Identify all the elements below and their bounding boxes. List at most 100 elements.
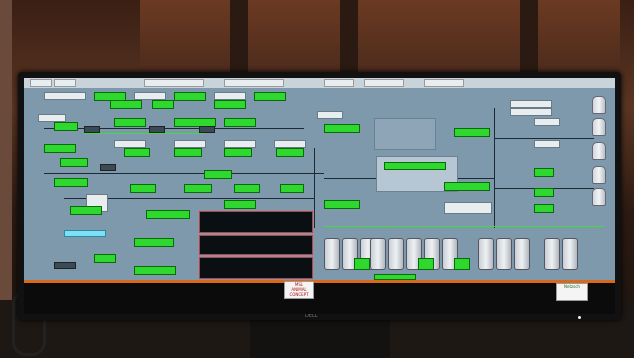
status-indicator[interactable] — [114, 118, 146, 127]
monitor-stand — [250, 320, 390, 358]
status-indicator[interactable] — [70, 206, 102, 215]
window-pillar — [230, 0, 248, 80]
value-readout — [100, 164, 116, 171]
process-label — [214, 92, 246, 100]
alarm-banner[interactable] — [24, 283, 615, 314]
silo-bin[interactable] — [496, 238, 512, 270]
trend-chart[interactable] — [199, 211, 313, 233]
silo-bin[interactable] — [562, 238, 578, 270]
background-window — [140, 0, 620, 80]
badge-text: Netzsch — [564, 284, 580, 289]
status-indicator[interactable] — [454, 128, 490, 137]
silo-bin[interactable] — [514, 238, 530, 270]
process-label — [274, 140, 306, 148]
status-indicator[interactable] — [324, 200, 360, 209]
status-indicator[interactable] — [354, 258, 370, 270]
status-indicator[interactable] — [54, 122, 78, 131]
logo-badge-right: Netzsch — [556, 283, 588, 301]
trend-chart[interactable] — [199, 235, 313, 255]
process-label — [38, 114, 66, 122]
status-indicator[interactable] — [276, 148, 304, 157]
status-indicator[interactable] — [224, 118, 256, 127]
status-indicator[interactable] — [254, 92, 286, 101]
pipe-line — [44, 128, 304, 129]
mixer-active-indicator — [384, 162, 446, 170]
status-indicator[interactable] — [174, 148, 202, 157]
hmi-top-bar — [24, 78, 615, 88]
process-label — [174, 140, 206, 148]
status-indicator[interactable] — [110, 100, 142, 109]
status-indicator[interactable] — [94, 254, 116, 263]
hmi-tab[interactable] — [224, 79, 284, 87]
pipe-line-active — [84, 133, 204, 134]
hmi-screen: MSL ANIMAL CONCEPT Netzsch — [24, 78, 615, 314]
status-indicator[interactable] — [134, 266, 176, 275]
process-label — [134, 92, 166, 100]
status-indicator[interactable] — [280, 184, 304, 193]
status-indicator[interactable] — [174, 92, 206, 101]
storage-tank[interactable] — [592, 142, 606, 160]
status-indicator[interactable] — [124, 148, 150, 157]
process-label — [510, 100, 552, 108]
pipe-line — [44, 173, 324, 174]
status-indicator[interactable] — [224, 148, 252, 157]
value-readout — [199, 126, 215, 133]
status-indicator[interactable] — [204, 170, 232, 179]
storage-tank[interactable] — [592, 118, 606, 136]
pipe-line — [494, 138, 594, 139]
hmi-tab[interactable] — [424, 79, 464, 87]
status-indicator[interactable] — [444, 182, 490, 191]
pipe-line-active — [324, 226, 604, 227]
window-pillar — [520, 0, 538, 80]
status-indicator[interactable] — [324, 124, 360, 133]
process-label — [510, 108, 552, 116]
value-readout — [84, 126, 100, 133]
power-led-icon — [578, 316, 581, 319]
hmi-tab[interactable] — [364, 79, 404, 87]
pipe-line — [314, 148, 315, 228]
process-label — [534, 140, 560, 148]
process-label — [444, 202, 492, 214]
storage-tank[interactable] — [592, 96, 606, 114]
hmi-tab[interactable] — [54, 79, 76, 87]
status-indicator[interactable] — [534, 168, 554, 177]
silo-bin[interactable] — [478, 238, 494, 270]
window-pillar — [340, 0, 358, 80]
silo-bin[interactable] — [388, 238, 404, 270]
status-indicator[interactable] — [54, 178, 88, 187]
status-indicator[interactable] — [146, 210, 190, 219]
silo-bin[interactable] — [370, 238, 386, 270]
status-indicator[interactable] — [234, 184, 260, 193]
hmi-tab[interactable] — [324, 79, 354, 87]
hopper-unit[interactable] — [374, 118, 436, 150]
storage-tank[interactable] — [592, 188, 606, 206]
status-indicator[interactable] — [184, 184, 212, 193]
status-indicator[interactable] — [224, 200, 256, 209]
pipe-line — [494, 108, 495, 228]
status-indicator[interactable] — [418, 258, 434, 270]
status-indicator[interactable] — [134, 238, 174, 247]
logo-badge-left: MSL ANIMAL CONCEPT — [284, 281, 314, 299]
value-readout — [54, 262, 76, 269]
process-label — [114, 140, 146, 148]
process-label — [317, 111, 343, 119]
status-indicator[interactable] — [60, 158, 88, 167]
status-indicator[interactable] — [214, 100, 246, 109]
cyan-status-bar — [64, 230, 106, 237]
silo-bin[interactable] — [324, 238, 340, 270]
process-label — [44, 92, 86, 100]
storage-tank[interactable] — [592, 166, 606, 184]
status-indicator[interactable] — [534, 204, 554, 213]
hmi-tab[interactable] — [144, 79, 204, 87]
process-label — [534, 118, 560, 126]
status-indicator[interactable] — [454, 258, 470, 270]
value-readout — [149, 126, 165, 133]
status-indicator[interactable] — [130, 184, 156, 193]
status-indicator[interactable] — [44, 144, 76, 153]
status-indicator[interactable] — [152, 100, 174, 109]
silo-bin[interactable] — [544, 238, 560, 270]
badge-text: ANIMAL CONCEPT — [289, 287, 309, 297]
status-indicator[interactable] — [534, 188, 554, 197]
trend-chart[interactable] — [199, 257, 313, 279]
hmi-tab[interactable] — [30, 79, 52, 87]
